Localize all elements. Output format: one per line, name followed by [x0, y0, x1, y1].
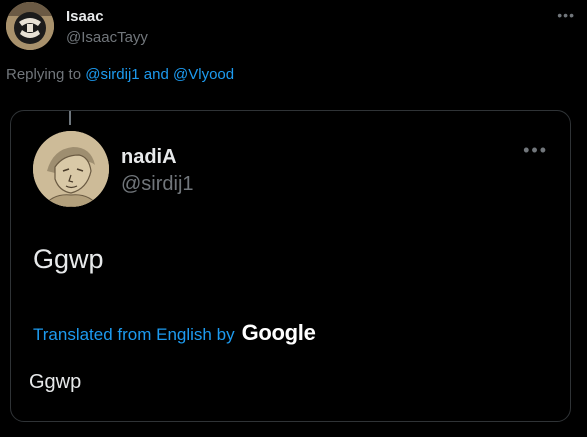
author-name[interactable]: nadiA [121, 146, 177, 169]
author-handle[interactable]: @sirdij1 [121, 173, 194, 196]
reply-and-text: and [143, 66, 169, 83]
tweet-text: Ggwp [33, 244, 104, 274]
avatar-logo-icon [6, 2, 54, 50]
reply-mention-link[interactable]: @sirdij1 [85, 66, 139, 83]
author-name[interactable]: Isaac [66, 8, 104, 25]
thread-connector [69, 111, 71, 125]
reply-prefix: Replying to [6, 66, 82, 83]
author-handle[interactable]: @IsaacTayy [66, 29, 148, 46]
avatar[interactable] [6, 2, 54, 50]
more-options-icon[interactable]: ••• [557, 8, 575, 22]
reply-mention-link[interactable]: @Vlyood [173, 66, 234, 83]
translation-label: Translated from English by [33, 325, 235, 344]
google-logo: Google [241, 320, 316, 345]
translated-text: Ggwp [29, 371, 82, 393]
replying-to-line: Replying to @sirdij1 and @Vlyood [6, 66, 234, 83]
tweet-view: Isaac @IsaacTayy ••• Replying to @sirdij… [0, 0, 587, 437]
avatar[interactable] [33, 131, 109, 207]
avatar-sketch-icon [33, 131, 109, 207]
translation-attribution[interactable]: Translated from English by Google [33, 320, 316, 346]
more-options-icon[interactable]: ••• [523, 141, 548, 159]
outer-tweet-header: Isaac @IsaacTayy ••• [6, 2, 581, 52]
quoted-tweet-card[interactable]: nadiA @sirdij1 ••• Ggwp Translated from … [10, 110, 571, 422]
